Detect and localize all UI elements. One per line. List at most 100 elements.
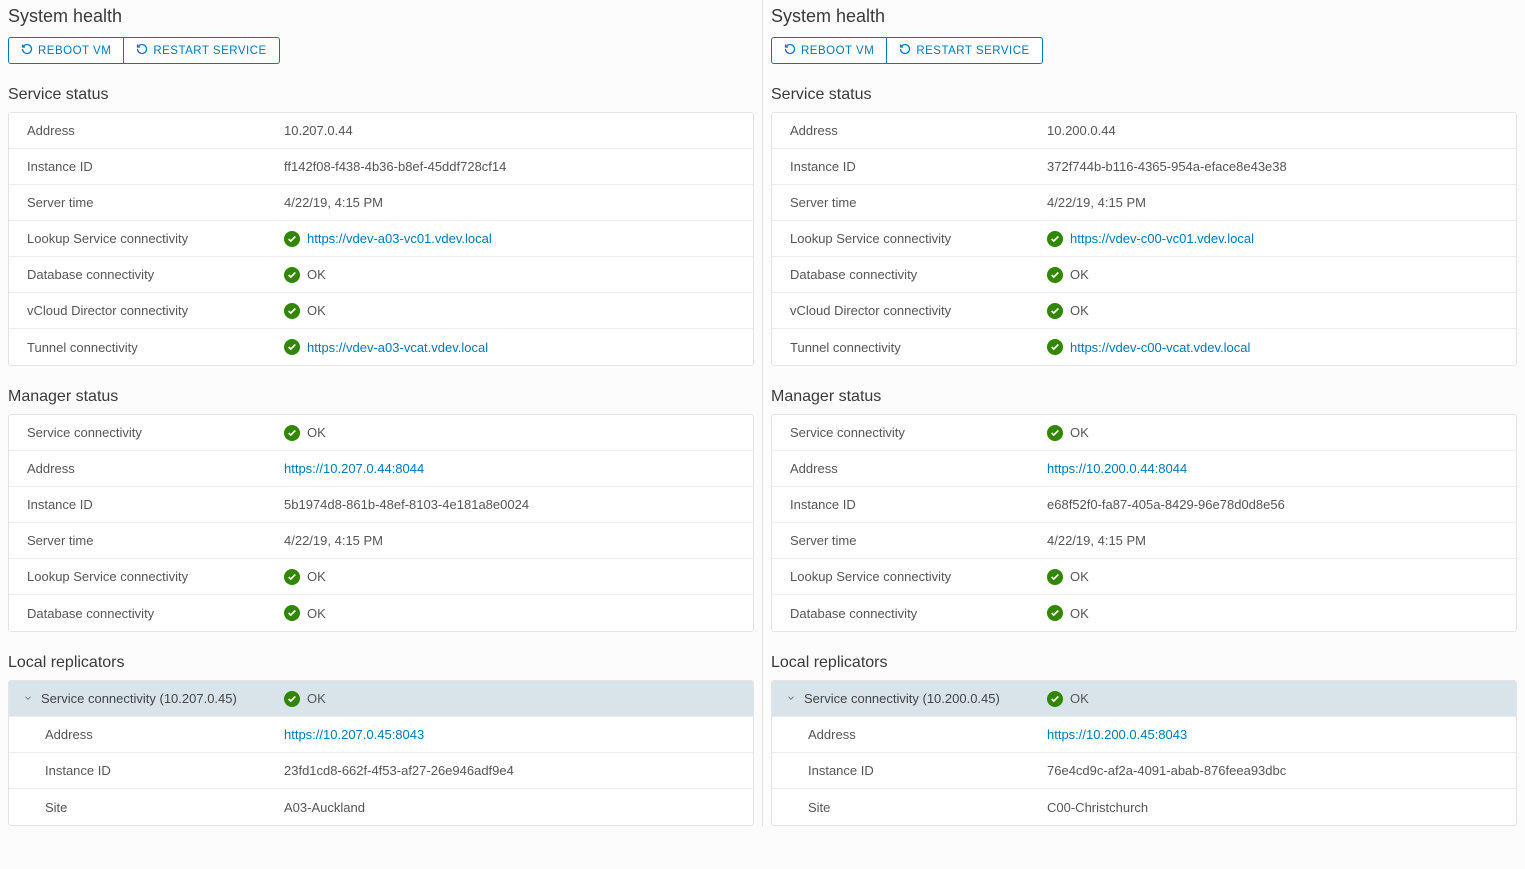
label-address: Address [772,718,1047,751]
label-lookup: Lookup Service connectivity [772,222,1047,255]
manager-status-panel: Service connectivity OK Addresshttps://10… [8,414,754,632]
check-circle-icon [1047,231,1063,247]
refresh-icon [784,43,796,58]
value-instance-id: ff142f08-f438-4b36-b8ef-45ddf728cf14 [284,150,753,183]
value-vcd: OK [307,303,326,318]
manager-status-panel: Service connectivity OK Addresshttps://10… [771,414,1517,632]
value-svc-conn: OK [1070,425,1089,440]
replicator-header-row[interactable]: Service connectivity (10.207.0.45) OK [9,681,753,717]
local-replicators-title: Local replicators [771,654,1517,672]
manager-address-link[interactable]: https://10.200.0.44:8044 [1047,461,1187,476]
label-address: Address [9,452,284,485]
check-circle-icon [1047,267,1063,283]
value-instance-id: 23fd1cd8-662f-4f53-af27-26e946adf9e4 [284,754,753,787]
lookup-link[interactable]: https://vdev-c00-vc01.vdev.local [1070,231,1254,246]
label-server-time: Server time [772,524,1047,557]
reboot-vm-button[interactable]: Reboot VM [8,37,124,64]
restart-service-button[interactable]: Restart Service [124,37,279,64]
value-site: C00-Christchurch [1047,791,1516,824]
label-instance-id: Instance ID [772,754,1047,787]
label-svc-conn: Service connectivity [9,416,284,449]
service-status-title: Service status [771,86,1517,104]
check-circle-icon [284,569,300,585]
value-address: 10.207.0.44 [284,114,753,147]
value-instance-id: 76e4cd9c-af2a-4091-abab-876feea93dbc [1047,754,1516,787]
service-status-panel: Address10.200.0.44 Instance ID372f744b-b… [771,112,1517,366]
check-circle-icon [284,425,300,441]
label-address: Address [772,452,1047,485]
reboot-vm-button[interactable]: Reboot VM [771,37,887,64]
chevron-down-icon [23,691,33,706]
check-circle-icon [1047,569,1063,585]
check-circle-icon [284,267,300,283]
value-svc-conn: OK [307,425,326,440]
label-instance-id: Instance ID [9,150,284,183]
manager-status-title: Manager status [771,388,1517,406]
value-db: OK [307,267,326,282]
value-instance-id: e68f52f0-fa87-405a-8429-96e78d0d8e56 [1047,488,1516,521]
tunnel-link[interactable]: https://vdev-a03-vcat.vdev.local [307,340,488,355]
manager-status-title: Manager status [8,388,754,406]
label-lookup: Lookup Service connectivity [772,560,1047,593]
value-instance-id: 372f744b-b116-4365-954a-eface8e43e38 [1047,150,1516,183]
local-replicators-panel: Service connectivity (10.200.0.45) OK Ad… [771,680,1517,826]
system-health-title: System health [771,6,1517,27]
label-svc-conn: Service connectivity [772,416,1047,449]
replicator-header-row[interactable]: Service connectivity (10.200.0.45) OK [772,681,1516,717]
lookup-link[interactable]: https://vdev-a03-vc01.vdev.local [307,231,492,246]
chevron-down-icon [786,691,796,706]
check-circle-icon [284,231,300,247]
label-instance-id: Instance ID [9,488,284,521]
value-rep-ok: OK [1070,691,1089,706]
restart-service-button[interactable]: Restart Service [887,37,1042,64]
local-replicators-panel: Service connectivity (10.207.0.45) OK Ad… [8,680,754,826]
label-tunnel: Tunnel connectivity [9,331,284,364]
label-server-time: Server time [9,524,284,557]
label-lookup: Lookup Service connectivity [9,222,284,255]
label-db: Database connectivity [9,258,284,291]
value-db: OK [1070,606,1089,621]
local-replicators-title: Local replicators [8,654,754,672]
value-address: 10.200.0.44 [1047,114,1516,147]
label-site: Site [9,791,284,824]
label-db: Database connectivity [9,597,284,630]
value-instance-id: 5b1974d8-861b-48ef-8103-4e181a8e0024 [284,488,753,521]
label-lookup: Lookup Service connectivity [9,560,284,593]
value-server-time: 4/22/19, 4:15 PM [1047,186,1516,219]
label-instance-id: Instance ID [772,150,1047,183]
value-db: OK [307,606,326,621]
manager-address-link[interactable]: https://10.207.0.44:8044 [284,461,424,476]
label-server-time: Server time [9,186,284,219]
label-instance-id: Instance ID [772,488,1047,521]
label-address: Address [772,114,1047,147]
check-circle-icon [284,303,300,319]
value-rep-ok: OK [307,691,326,706]
replicator-address-link[interactable]: https://10.207.0.45:8043 [284,727,424,742]
replicator-header: Service connectivity (10.200.0.45) [804,691,1000,706]
check-circle-icon [1047,339,1063,355]
check-circle-icon [284,691,300,707]
check-circle-icon [284,605,300,621]
value-lookup: OK [307,569,326,584]
label-server-time: Server time [772,186,1047,219]
replicator-header: Service connectivity (10.207.0.45) [41,691,237,706]
label-vcd: vCloud Director connectivity [9,294,284,327]
service-status-panel: Address10.207.0.44 Instance IDff142f08-f… [8,112,754,366]
value-server-time: 4/22/19, 4:15 PM [284,186,753,219]
value-vcd: OK [1070,303,1089,318]
check-circle-icon [284,339,300,355]
left-panel: System health Reboot VM Restart Service … [0,0,763,826]
value-server-time: 4/22/19, 4:15 PM [284,524,753,557]
tunnel-link[interactable]: https://vdev-c00-vcat.vdev.local [1070,340,1250,355]
check-circle-icon [1047,605,1063,621]
refresh-icon [21,43,33,58]
label-tunnel: Tunnel connectivity [772,331,1047,364]
label-address: Address [9,114,284,147]
replicator-address-link[interactable]: https://10.200.0.45:8043 [1047,727,1187,742]
service-status-title: Service status [8,86,754,104]
label-db: Database connectivity [772,597,1047,630]
refresh-icon [899,43,911,58]
label-instance-id: Instance ID [9,754,284,787]
system-health-title: System health [8,6,754,27]
check-circle-icon [1047,425,1063,441]
